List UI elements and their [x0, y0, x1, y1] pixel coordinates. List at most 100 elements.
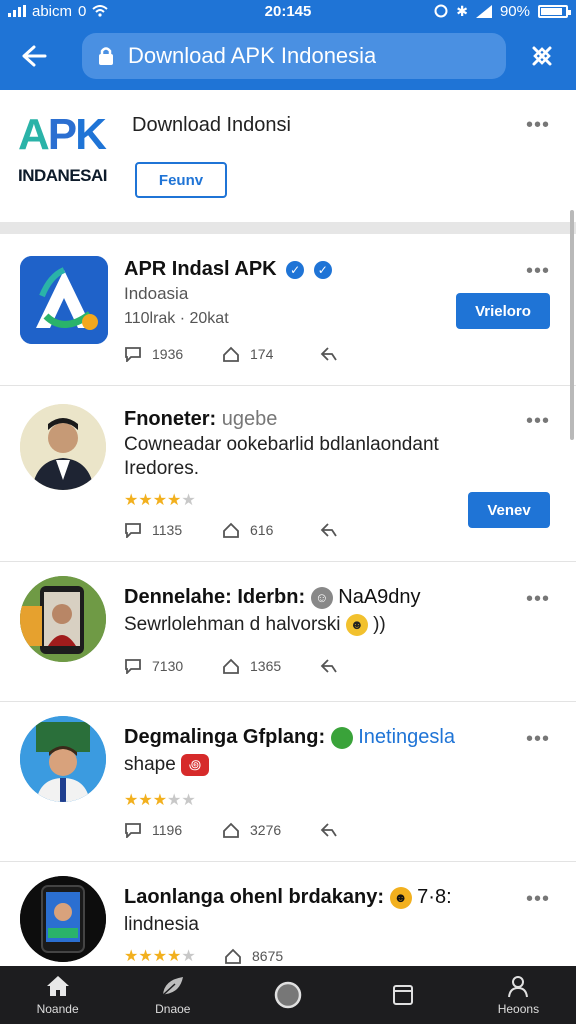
more-options-icon[interactable]: ••• — [526, 114, 550, 137]
comment-icon — [125, 523, 141, 538]
item-title: Fnoneter: ugebe — [124, 408, 278, 430]
comment-action[interactable]: 1135 — [124, 522, 222, 538]
square-icon — [393, 985, 414, 1005]
item-text: shape ꩜ — [124, 754, 210, 776]
emoji-icon: ☻ — [345, 614, 368, 636]
more-options-icon[interactable]: ••• — [526, 728, 550, 751]
logo-subtext: INDANESAI — [18, 166, 108, 185]
comment-icon — [125, 659, 141, 674]
close-icon[interactable] — [522, 36, 562, 76]
nav-home[interactable]: Noande — [0, 966, 115, 1024]
item-title-extra: ugebe — [221, 408, 278, 430]
thumbs-up-icon — [225, 948, 241, 964]
nav-discover[interactable]: Dnaoe — [115, 966, 230, 1024]
item-meta: 110lrak · 20kat — [124, 310, 229, 327]
share-icon — [320, 823, 337, 837]
rating-stars: ★★★★★ — [124, 948, 196, 965]
list-item[interactable]: APR Indasl APK ✓ ✓ Indoasia 110lrak · 20… — [0, 234, 576, 386]
rating-stars: ★★★★★ — [124, 792, 196, 809]
avatar — [20, 716, 106, 802]
status-time: 20:145 — [264, 2, 312, 20]
share-action[interactable] — [320, 822, 418, 838]
like-action[interactable]: 174 — [222, 346, 320, 362]
home-icon — [46, 976, 69, 996]
item-title-extra: NaA9dny — [338, 586, 421, 608]
header-card: APK INDANESAI Download Indonsi Feunv ••• — [0, 90, 576, 228]
more-options-icon[interactable]: ••• — [526, 260, 550, 283]
thumbs-up-icon — [223, 658, 239, 674]
list-item[interactable]: Degmalinga Gfplang: Inetingesla shape ꩜ … — [0, 702, 576, 862]
share-icon — [320, 347, 337, 361]
comment-action[interactable]: 7130 — [124, 658, 222, 674]
nav-center[interactable] — [230, 966, 345, 1024]
action-row: 8675 — [224, 948, 322, 964]
badge-icon: ꩜ — [181, 754, 210, 776]
avatar — [20, 404, 106, 490]
like-action[interactable]: 3276 — [222, 822, 320, 838]
share-action[interactable] — [320, 522, 418, 538]
url-bar[interactable]: Download APK Indonesia — [82, 33, 506, 79]
emoji-icon: ☻ — [389, 886, 412, 909]
comment-action[interactable]: 1196 — [124, 822, 222, 838]
list-item[interactable]: Fnoneter: ugebe Cowneadar ookebarlid bdl… — [0, 386, 576, 562]
avatar — [20, 876, 106, 962]
scrollbar[interactable] — [570, 210, 574, 440]
like-action[interactable]: 616 — [222, 522, 320, 538]
status-bar: abicm 0 20:145 ✱ 90% — [0, 0, 576, 22]
comment-action[interactable]: 1936 — [124, 346, 222, 362]
item-title: Laonlanga ohenl brdakany: ☻ 7·8: — [124, 886, 452, 909]
rating-stars: ★★★★★ — [124, 492, 196, 509]
more-options-icon[interactable]: ••• — [526, 410, 550, 433]
section-divider — [0, 222, 576, 234]
verified-icon: ✓ — [286, 260, 305, 279]
nav-tabs[interactable] — [346, 966, 461, 1024]
action-row: 7130 1365 — [124, 658, 418, 674]
page-title: Download Indonsi — [132, 114, 291, 136]
share-icon — [320, 659, 337, 673]
comment-icon — [125, 347, 141, 362]
share-action[interactable] — [320, 346, 418, 362]
bot-icon: ☺ — [310, 586, 333, 609]
thumbs-up-icon — [223, 522, 239, 538]
more-options-icon[interactable]: ••• — [526, 888, 550, 911]
app-icon — [20, 256, 108, 344]
verified-icon: ✓ — [313, 260, 332, 279]
lock-icon — [99, 47, 113, 65]
globe-icon — [330, 726, 353, 749]
share-action[interactable] — [320, 658, 418, 674]
bottom-nav: Noande Dnaoe Heoons — [0, 966, 576, 1024]
header-button[interactable]: Feunv — [135, 162, 227, 198]
item-title: Dennelahe: Iderbn: ☺ NaA9dny — [124, 586, 421, 609]
battery-icon — [538, 4, 571, 18]
apk-logo: APK INDANESAI — [18, 110, 114, 220]
more-options-icon[interactable]: ••• — [526, 588, 550, 611]
thumbs-up-icon — [223, 822, 239, 838]
list-item[interactable]: Laonlanga ohenl brdakany: ☻ 7·8: lindnes… — [0, 862, 576, 966]
view-button[interactable]: Vrieloro — [456, 293, 550, 329]
url-text: Download APK Indonesia — [128, 43, 377, 68]
view-button[interactable]: Venev — [468, 492, 550, 528]
item-title: APR Indasl APK ✓ ✓ — [124, 258, 332, 281]
item-title-extra: 7·8: — [417, 886, 452, 908]
item-title-link[interactable]: Inetingesla — [358, 726, 455, 748]
circle-icon — [274, 981, 302, 1009]
profile-icon — [508, 976, 529, 998]
app-bar: Download APK Indonesia — [0, 22, 576, 90]
back-arrow-icon[interactable] — [14, 36, 54, 76]
action-row: 1135 616 — [124, 522, 418, 538]
list-item[interactable]: Dennelahe: Iderbn: ☺ NaA9dny Sewrlolehma… — [0, 562, 576, 702]
nav-profile[interactable]: Heoons — [461, 966, 576, 1024]
item-text: Sewrlolehman d halvorski ☻ )) — [124, 614, 386, 636]
item-text: lindnesia — [124, 914, 199, 935]
item-title: Degmalinga Gfplang: Inetingesla — [124, 726, 455, 749]
item-text-2: Iredores. — [124, 458, 199, 479]
like-action[interactable]: 1365 — [222, 658, 320, 674]
like-action[interactable]: 8675 — [224, 948, 322, 964]
comment-icon — [125, 823, 141, 838]
thumbs-up-icon — [223, 346, 239, 362]
avatar — [20, 576, 106, 662]
action-row: 1196 3276 — [124, 822, 418, 838]
share-icon — [320, 523, 337, 537]
action-row: 1936 174 — [124, 346, 418, 362]
item-text: Cowneadar ookebarlid bdlanlaondant — [124, 434, 439, 455]
